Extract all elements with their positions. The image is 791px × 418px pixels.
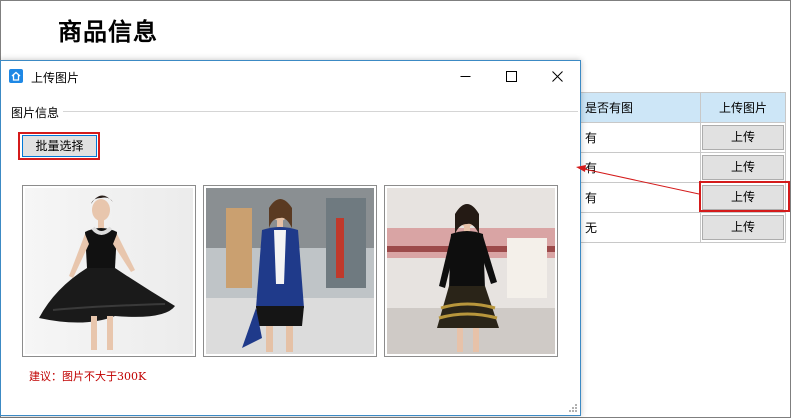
- maximize-icon: [505, 70, 517, 82]
- has-image-cell: 有: [578, 182, 701, 213]
- close-icon: [551, 70, 563, 82]
- dialog-titlebar[interactable]: 上传图片: [1, 61, 580, 91]
- table-row: 有 上传: [578, 122, 786, 153]
- page-title: 商品信息: [58, 19, 158, 46]
- upload-button[interactable]: 上传: [702, 155, 784, 180]
- has-image-cell: 有: [578, 122, 701, 153]
- upload-button[interactable]: 上传: [702, 215, 784, 240]
- upload-dialog: 上传图片 图片信息 批量选择 建议：图片不大于300K: [0, 60, 581, 416]
- upload-button-highlight: [699, 181, 790, 212]
- image-info-group-label: 图片信息: [11, 104, 62, 121]
- product-photo-1[interactable]: [22, 185, 196, 357]
- column-header-has-image: 是否有图: [578, 92, 701, 123]
- group-divider: [63, 111, 578, 112]
- resize-grip-icon[interactable]: [568, 403, 578, 413]
- column-header-upload: 上传图片: [700, 92, 786, 123]
- has-image-cell: 有: [578, 152, 701, 183]
- photo-blue-jacket: [206, 188, 374, 354]
- batch-select-button[interactable]: 批量选择: [22, 135, 97, 157]
- dialog-title: 上传图片: [31, 71, 80, 85]
- minimize-icon: [460, 75, 470, 77]
- product-photo-2[interactable]: [203, 185, 377, 357]
- has-image-cell: 无: [578, 212, 701, 243]
- maximize-button[interactable]: [488, 61, 534, 91]
- product-table: 是否有图 上传图片 有 上传 有 上传 有 上传 无 上传: [578, 92, 786, 243]
- home-icon: [9, 69, 23, 83]
- table-row: 有 上传: [578, 152, 786, 183]
- upload-button[interactable]: 上传: [702, 125, 784, 150]
- minimize-button[interactable]: [442, 61, 488, 91]
- table-header-row: 是否有图 上传图片: [578, 92, 786, 123]
- photo-black-dress: [25, 188, 193, 354]
- table-row: 无 上传: [578, 212, 786, 243]
- close-button[interactable]: [534, 61, 580, 91]
- size-hint: 建议：图片不大于300K: [29, 370, 147, 383]
- photo-black-gold-dress: [387, 188, 555, 354]
- product-photo-3[interactable]: [384, 185, 558, 357]
